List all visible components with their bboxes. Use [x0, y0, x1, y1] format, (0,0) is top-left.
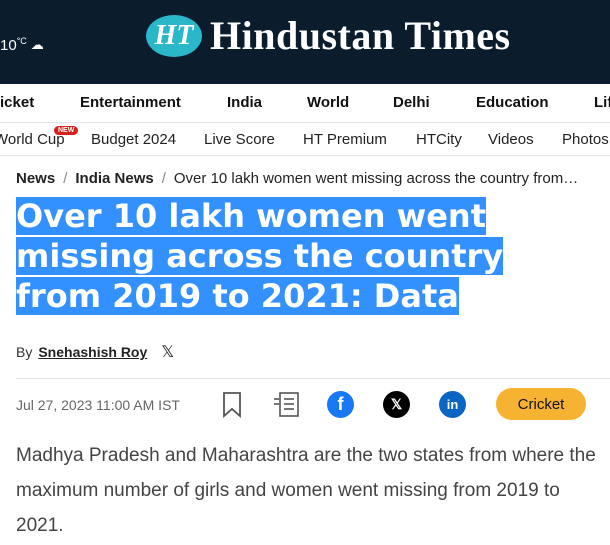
breadcrumb: News / India News / Over 10 lakh women went … — [16, 170, 578, 187]
x-share-icon[interactable]: 𝕏 — [383, 391, 410, 418]
author-link[interactable]: Snehashish Roy — [38, 344, 147, 360]
nav-item-photos[interactable]: Photos — [562, 131, 609, 148]
breadcrumb-current: Over 10 lakh women went missing across t… — [173, 170, 579, 187]
facebook-icon[interactable]: f — [327, 391, 354, 418]
nav-item-world[interactable]: World — [307, 94, 349, 111]
nav-item-india[interactable]: India — [227, 94, 262, 111]
notes-icon[interactable] — [272, 391, 302, 419]
divider — [16, 378, 610, 379]
nav-item-budget[interactable]: Budget 2024 — [91, 131, 176, 148]
cricket-tag-button[interactable]: Cricket — [496, 388, 586, 420]
nav-item-world-cup[interactable]: World Cup NEW — [0, 126, 79, 148]
x-twitter-icon[interactable]: 𝕏 — [161, 342, 174, 362]
publish-date: Jul 27, 2023 11:00 AM IST — [16, 397, 180, 413]
weather-widget[interactable]: 10°C ☁ — [0, 36, 44, 54]
nav-item-delhi[interactable]: Delhi — [393, 94, 430, 111]
cloud-icon: ☁ — [30, 37, 44, 52]
nav-item-ht-premium[interactable]: HT Premium — [303, 131, 387, 148]
nav-item-education[interactable]: Education — [476, 94, 549, 111]
nav-item-entertainment[interactable]: Entertainment — [80, 94, 181, 111]
breadcrumb-separator: / — [63, 170, 68, 187]
new-badge: NEW — [54, 126, 79, 135]
byline-prefix: By — [16, 344, 33, 360]
nav-item-videos[interactable]: Videos — [488, 131, 534, 148]
breadcrumb-india-news[interactable]: India News — [75, 170, 153, 187]
logo-badge: HT — [146, 14, 202, 57]
weather-temp: 10°C — [0, 36, 27, 54]
primary-nav: icket Entertainment India World Delhi Ed… — [0, 84, 610, 123]
article-lede: Madhya Pradesh and Maharashtra are the t… — [16, 445, 596, 536]
bookmark-icon[interactable] — [220, 391, 244, 419]
breadcrumb-separator: / — [161, 170, 166, 187]
nav-item-lifestyle[interactable]: Lif — [594, 94, 610, 111]
nav-item-htcity[interactable]: HTCity — [416, 131, 462, 148]
secondary-nav: World Cup NEW Budget 2024 Live Score HT … — [0, 123, 610, 156]
byline: By Snehashish Roy 𝕏 — [16, 342, 174, 362]
nav-item-cricket[interactable]: icket — [0, 94, 34, 111]
nav-item-live-score[interactable]: Live Score — [204, 131, 275, 148]
linkedin-icon[interactable]: in — [439, 391, 466, 418]
article-headline: Over 10 lakh women went missing across t… — [16, 197, 504, 315]
site-header: 10°C ☁ HT Hindustan Times — [0, 0, 610, 84]
breadcrumb-news[interactable]: News — [16, 170, 55, 187]
logo-text: Hindustan Times — [210, 13, 511, 58]
site-logo[interactable]: HT Hindustan Times — [146, 12, 511, 59]
